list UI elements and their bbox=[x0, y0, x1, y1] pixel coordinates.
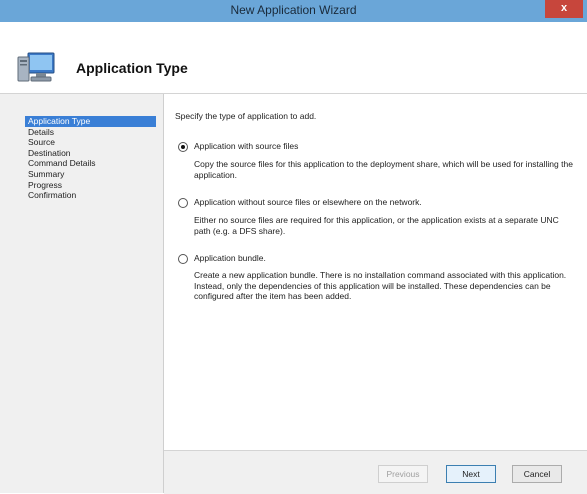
option-label[interactable]: Application without source files or else… bbox=[194, 197, 422, 207]
wizard-steps-sidebar: Application Type Details Source Destinat… bbox=[0, 94, 164, 493]
option-description: Either no source files are required for … bbox=[194, 215, 559, 236]
cancel-button[interactable]: Cancel bbox=[512, 465, 562, 483]
title-bar: New Application Wizard x bbox=[0, 0, 587, 22]
option-description: Copy the source files for this applicati… bbox=[194, 159, 573, 180]
step-summary[interactable]: Summary bbox=[25, 169, 156, 180]
wizard-header: Application Type bbox=[0, 22, 587, 94]
step-details[interactable]: Details bbox=[25, 127, 156, 138]
page-title: Application Type bbox=[76, 60, 188, 76]
next-button[interactable]: Next bbox=[446, 465, 496, 483]
step-progress[interactable]: Progress bbox=[25, 180, 156, 191]
previous-button[interactable]: Previous bbox=[378, 465, 428, 483]
main-panel: Specify the type of application to add. … bbox=[164, 94, 587, 450]
option-label[interactable]: Application with source files bbox=[194, 141, 298, 151]
step-confirmation[interactable]: Confirmation bbox=[25, 190, 156, 201]
option-label[interactable]: Application bundle. bbox=[194, 253, 266, 263]
button-bar: Previous Next Cancel bbox=[164, 450, 587, 494]
radio-with-source-files[interactable] bbox=[178, 142, 188, 152]
step-application-type[interactable]: Application Type bbox=[25, 116, 156, 127]
instruction-text: Specify the type of application to add. bbox=[175, 111, 317, 121]
computer-icon bbox=[17, 52, 55, 82]
radio-without-source-files[interactable] bbox=[178, 198, 188, 208]
step-destination[interactable]: Destination bbox=[25, 148, 156, 159]
radio-application-bundle[interactable] bbox=[178, 254, 188, 264]
step-source[interactable]: Source bbox=[25, 137, 156, 148]
window-title: New Application Wizard bbox=[230, 3, 357, 17]
close-button[interactable]: x bbox=[545, 0, 583, 18]
option-description: Create a new application bundle. There i… bbox=[194, 270, 567, 301]
step-command-details[interactable]: Command Details bbox=[25, 158, 156, 169]
